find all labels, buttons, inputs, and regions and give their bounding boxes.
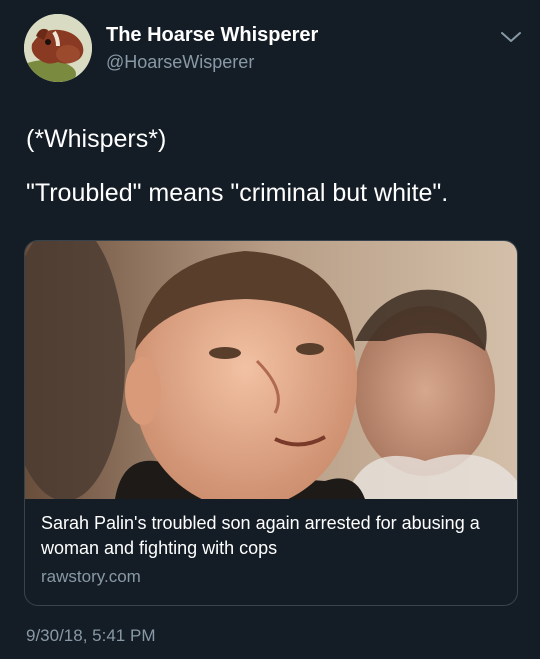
link-card-title[interactable]: Sarah Palin's troubled son again arreste… [41, 511, 501, 561]
link-card-domain: rawstory.com [41, 567, 141, 586]
author-handle[interactable]: @HoarseWisperer [106, 52, 254, 73]
tweet-line: (*Whispers*) [26, 125, 167, 153]
avatar[interactable] [24, 14, 92, 82]
tweet-text: (*Whispers*) "Troubled" means "criminal … [26, 120, 516, 228]
chevron-down-icon[interactable] [498, 27, 524, 47]
tweet-timestamp[interactable]: 9/30/18, 5:41 PM [26, 626, 155, 646]
horse-avatar-icon [24, 14, 92, 82]
tweet-line: "Troubled" means "criminal but white". [26, 179, 449, 207]
link-card-image[interactable] [25, 241, 517, 499]
link-card[interactable]: Sarah Palin's troubled son again arreste… [24, 240, 518, 606]
author-display-name[interactable]: The Hoarse Whisperer [106, 24, 318, 47]
